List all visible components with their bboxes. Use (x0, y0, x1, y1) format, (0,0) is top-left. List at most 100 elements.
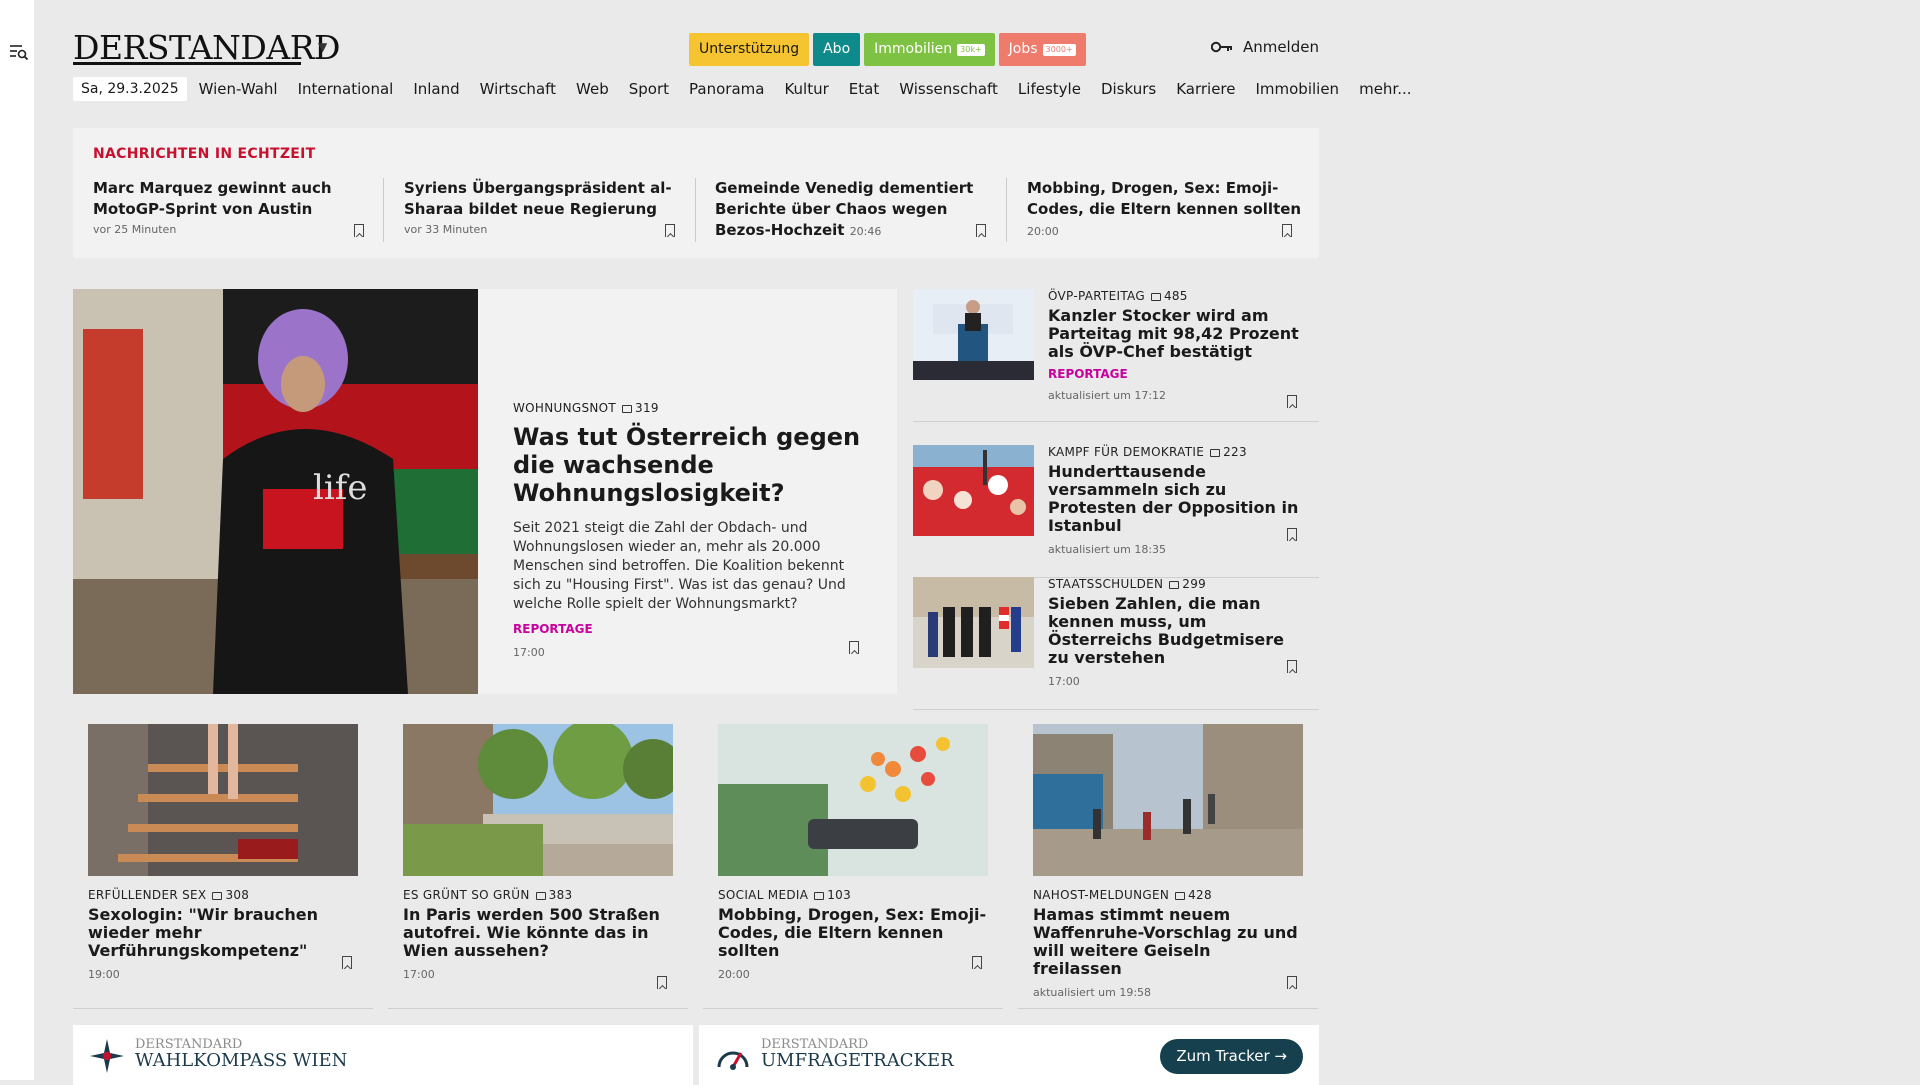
bookmark-icon[interactable] (665, 224, 675, 237)
nav-item[interactable]: Karriere (1176, 80, 1235, 98)
comment-icon (1175, 891, 1186, 900)
immobilien-button[interactable]: Immobilien 30k+ (864, 33, 995, 66)
nav-item[interactable]: Inland (413, 80, 459, 98)
card-image[interactable] (1033, 724, 1303, 876)
pill-label: Abo (823, 41, 851, 57)
live-item[interactable]: Syriens Übergangspräsident al-Sharaa bil… (404, 178, 686, 248)
comment-count[interactable]: 299 (1169, 577, 1206, 591)
side-title[interactable]: Sieben Zahlen, die man kennen muss, um Ö… (1048, 595, 1303, 667)
live-item-time: vor 33 Minuten (404, 223, 488, 236)
card-image[interactable] (88, 724, 358, 876)
chevron-down-icon[interactable]: ▼ (318, 40, 327, 54)
kicker-label: ES GRÜNT SO GRÜN (403, 888, 530, 902)
reportage-label: REPORTAGE (1048, 367, 1128, 381)
menu-search-icon[interactable] (9, 43, 29, 61)
bookmark-icon[interactable] (342, 956, 352, 969)
bookmark-icon[interactable] (1287, 395, 1297, 408)
teaser-card[interactable]: ES GRÜNT SO GRÜN 383 In Paris werden 500 … (388, 724, 688, 1009)
nav-more[interactable]: mehr... (1359, 80, 1411, 98)
card-title[interactable]: Mobbing, Drogen, Sex: Emoji-Codes, die E… (718, 906, 988, 960)
card-kicker: ERFÜLLENDER SEX 308 (88, 888, 358, 902)
card-image[interactable] (403, 724, 673, 876)
bookmark-icon[interactable] (1287, 660, 1297, 673)
compass-icon (90, 1039, 124, 1073)
card-title[interactable]: Hamas stimmt neuem Waffenruhe-Vorschlag … (1033, 906, 1303, 978)
lead-title[interactable]: Was tut Österreich gegen die wachsende W… (513, 423, 863, 507)
live-item[interactable]: Gemeinde Venedig dementiert Berichte übe… (715, 178, 997, 248)
comment-count[interactable]: 383 (535, 888, 573, 902)
comment-count[interactable]: 485 (1150, 289, 1188, 303)
side-story[interactable]: KAMPF FÜR DEMOKRATIE 223 Hunderttausende … (913, 445, 1319, 578)
live-item-title: Syriens Übergangspräsident al-Sharaa bil… (404, 179, 672, 218)
live-item-title: Marc Marquez gewinnt auch MotoGP-Sprint … (93, 179, 332, 218)
teaser-card[interactable]: SOCIAL MEDIA 103 Mobbing, Drogen, Sex: Em… (703, 724, 1003, 1009)
live-item[interactable]: Mobbing, Drogen, Sex: Emoji-Codes, die E… (1027, 178, 1309, 248)
comment-icon (814, 891, 825, 900)
tracker-icon (717, 1051, 749, 1070)
nav-item[interactable]: Panorama (689, 80, 764, 98)
section-nav: Sa, 29.3.2025 Wien-Wahl International In… (73, 77, 1432, 101)
jobs-button[interactable]: Jobs 3000+ (998, 33, 1086, 66)
comment-number: 223 (1223, 445, 1247, 459)
bookmark-icon[interactable] (976, 224, 986, 237)
side-title[interactable]: Kanzler Stocker wird am Parteitag mit 98… (1048, 307, 1303, 361)
nav-item[interactable]: Wien-Wahl (199, 80, 278, 98)
lead-story[interactable]: life WOHNUNGSNOT 319 Was tut Österreich g… (73, 289, 897, 694)
comment-count[interactable]: 308 (212, 888, 249, 902)
card-title[interactable]: Sexologin: "Wir brauchen wieder mehr Ver… (88, 906, 358, 960)
pill-badge: 3000+ (1042, 43, 1076, 56)
wahlkompass-promo[interactable]: DERSTANDARD WAHLKOMPASS WIEN (73, 1025, 693, 1085)
umfragetracker-promo[interactable]: DERSTANDARD UMFRAGETRACKER Zum Tracker → (699, 1025, 1319, 1085)
card-title[interactable]: In Paris werden 500 Straßen autofrei. Wi… (403, 906, 673, 960)
bookmark-icon[interactable] (354, 224, 364, 237)
nav-item[interactable]: Wissenschaft (899, 80, 998, 98)
side-image[interactable] (913, 577, 1034, 668)
live-news-box: NACHRICHTEN IN ECHTZEIT Marc Marquez gew… (73, 128, 1319, 258)
comment-count[interactable]: 428 (1175, 888, 1212, 902)
bookmark-icon[interactable] (972, 956, 982, 969)
live-item-time: 20:46 (849, 225, 882, 238)
side-image[interactable] (913, 445, 1034, 536)
comment-count[interactable]: 223 (1210, 445, 1247, 459)
nav-item[interactable]: Lifestyle (1018, 80, 1081, 98)
side-photo (913, 289, 1034, 380)
comment-icon (1210, 448, 1221, 457)
bookmark-icon[interactable] (849, 641, 859, 654)
bookmark-icon[interactable] (1287, 528, 1297, 541)
pill-badge: 30k+ (957, 43, 985, 56)
nav-item[interactable]: Etat (849, 80, 879, 98)
login-button[interactable]: Anmelden (1210, 38, 1319, 56)
side-kicker: KAMPF FÜR DEMOKRATIE 223 (1048, 445, 1303, 459)
nav-item[interactable]: International (298, 80, 394, 98)
promo-title: WAHLKOMPASS WIEN (135, 1050, 348, 1071)
abo-button[interactable]: Abo (813, 33, 861, 66)
live-item[interactable]: Marc Marquez gewinnt auch MotoGP-Sprint … (93, 178, 375, 248)
card-text: SOCIAL MEDIA 103 Mobbing, Drogen, Sex: Em… (718, 888, 988, 981)
comment-icon (535, 891, 546, 900)
nav-item[interactable]: Wirtschaft (480, 80, 556, 98)
nav-item[interactable]: Web (576, 80, 609, 98)
comment-number: 428 (1188, 888, 1212, 902)
side-time: aktualisiert um 17:12 (1048, 389, 1167, 402)
support-button[interactable]: Unterstützung (689, 33, 810, 66)
left-rail (0, 0, 34, 1080)
zum-tracker-button[interactable]: Zum Tracker → (1160, 1039, 1303, 1074)
bookmark-icon[interactable] (1287, 976, 1297, 989)
bookmark-icon[interactable] (657, 976, 667, 989)
comment-count[interactable]: 103 (814, 888, 851, 902)
nav-item[interactable]: Sport (629, 80, 669, 98)
comment-count[interactable]: 319 (622, 401, 659, 415)
nav-item[interactable]: Kultur (784, 80, 828, 98)
teaser-card[interactable]: ERFÜLLENDER SEX 308 Sexologin: "Wir brauc… (73, 724, 373, 1009)
nav-item[interactable]: Immobilien (1255, 80, 1339, 98)
lead-image[interactable]: life (73, 289, 478, 694)
card-image[interactable] (718, 724, 988, 876)
side-story[interactable]: STAATSSCHULDEN 299 Sieben Zahlen, die man… (913, 577, 1319, 710)
side-image[interactable] (913, 289, 1034, 380)
side-story[interactable]: ÖVP-PARTEITAG 485 Kanzler Stocker wird am… (913, 289, 1319, 422)
nav-item[interactable]: Diskurs (1101, 80, 1156, 98)
teaser-card[interactable]: NAHOST-MELDUNGEN 428 Hamas stimmt neuem W… (1018, 724, 1318, 1009)
side-title[interactable]: Hunderttausende versammeln sich zu Prote… (1048, 463, 1303, 535)
bookmark-icon[interactable] (1282, 224, 1292, 237)
divider (1006, 178, 1007, 242)
